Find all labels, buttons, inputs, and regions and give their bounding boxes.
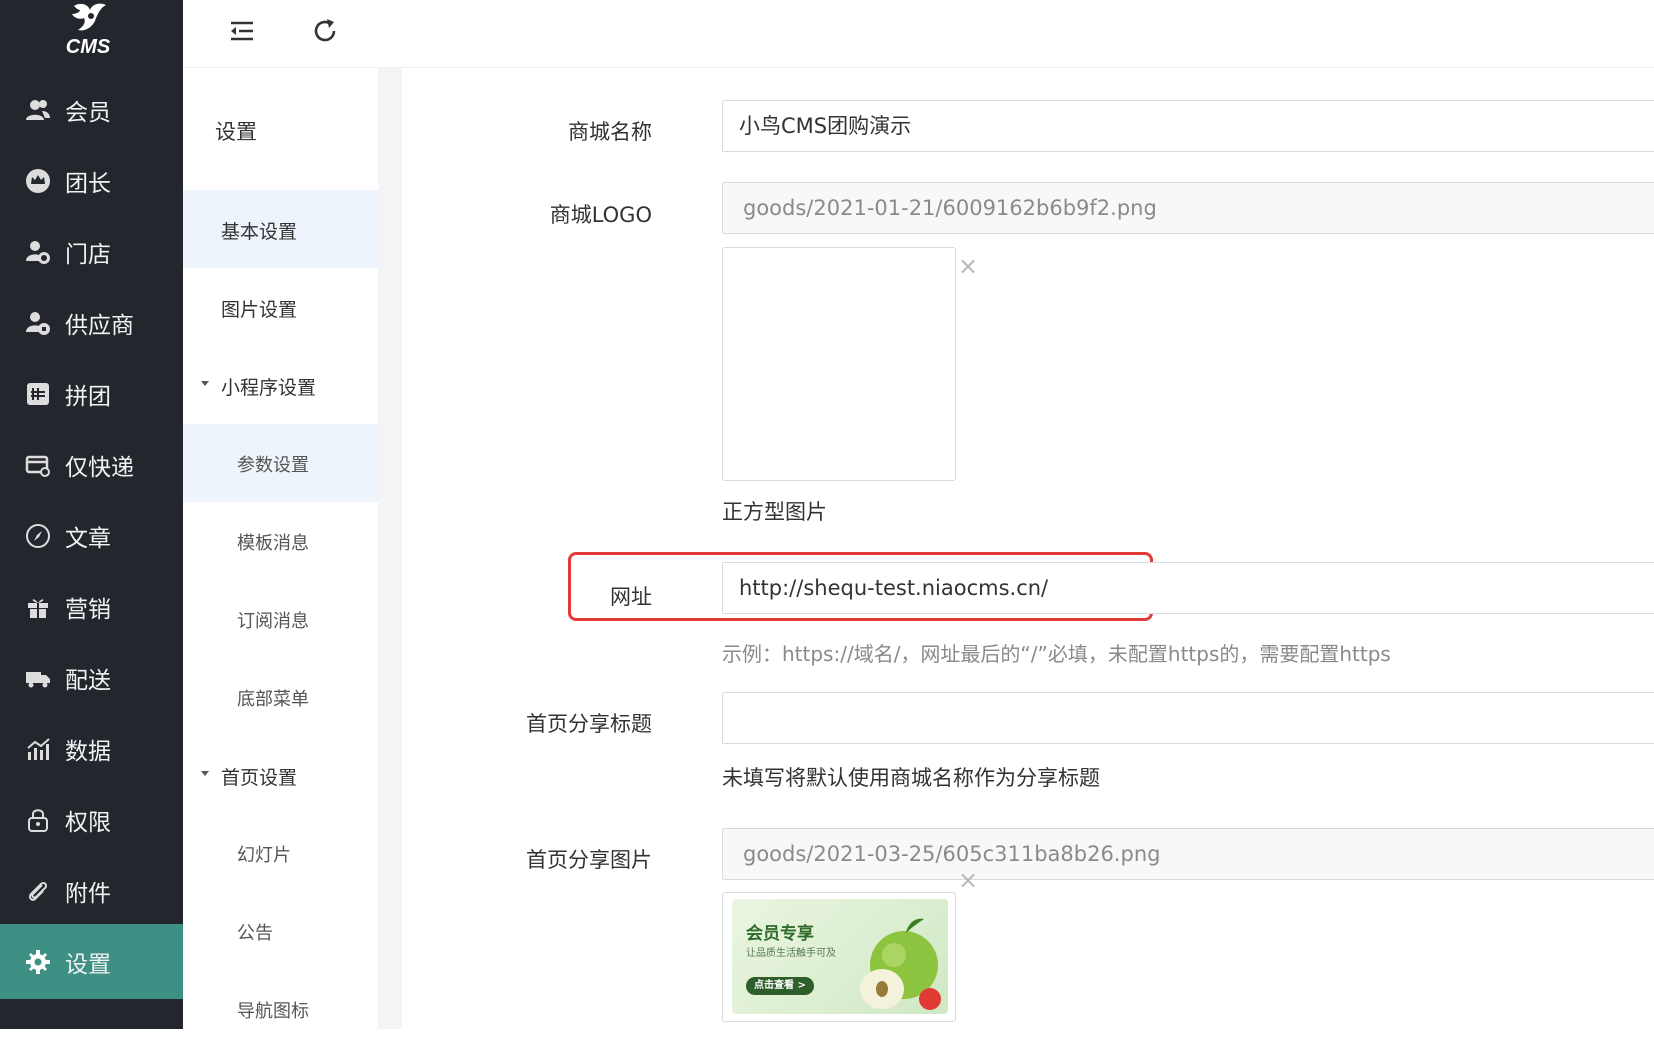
nav-item-articles[interactable]: 文章: [0, 498, 183, 573]
nav-item-label: 营销: [65, 597, 111, 623]
chart-icon: [27, 738, 50, 760]
share-title-label: 首页分享标题: [526, 712, 652, 736]
store-user-icon: [26, 241, 50, 264]
shop-logo-help: 正方型图片: [722, 500, 827, 524]
nav-item-leader[interactable]: 团长: [0, 143, 183, 218]
submenu-item-label: 导航图标: [237, 1001, 309, 1022]
submenu-item-basic[interactable]: 基本设置: [183, 190, 378, 268]
shop-logo-label: 商城LOGO: [549, 203, 652, 227]
delivery-icon: [25, 455, 50, 477]
submenu-item-bottom-menu[interactable]: 底部菜单: [183, 658, 378, 736]
app-logo[interactable]: CMS: [0, 0, 183, 75]
submenu-title: 设置: [215, 120, 257, 144]
nav-item-permissions[interactable]: 权限: [0, 782, 183, 857]
submenu-item-label: 模板消息: [237, 533, 309, 554]
submenu-item-slides[interactable]: 幻灯片: [183, 814, 378, 892]
share-title-help: 未填写将默认使用商城名称作为分享标题: [722, 766, 1100, 790]
nav-item-label: 会员: [65, 100, 111, 126]
remove-logo-icon[interactable]: ×: [958, 252, 978, 280]
settings-submenu: 设置 基本设置 图片设置 小程序设置 参数设置 模板消息 订阅消息 底部菜单 首…: [183, 68, 378, 1029]
nav-item-label: 门店: [65, 242, 111, 268]
truck-icon: [26, 672, 50, 688]
shop-logo-preview[interactable]: [722, 247, 956, 481]
submenu-item-label: 底部菜单: [237, 689, 309, 710]
promo-button: 点击查看 >: [746, 977, 814, 995]
nav-item-label: 供应商: [65, 313, 134, 339]
submenu-item-label: 参数设置: [237, 455, 309, 476]
nav-item-store[interactable]: 门店: [0, 214, 183, 289]
submenu-item-miniprogram[interactable]: 小程序设置: [183, 346, 378, 424]
shop-name-input[interactable]: 小鸟CMS团购演示: [722, 100, 1654, 152]
remove-share-image-icon[interactable]: ×: [958, 866, 978, 894]
share-image-path-input[interactable]: goods/2021-03-25/605c311ba8b26.png: [722, 828, 1654, 880]
nav-item-attachments[interactable]: 附件: [0, 853, 183, 928]
nav-item-label: 拼团: [65, 384, 111, 410]
nav-item-label: 文章: [65, 526, 111, 552]
nav-item-label: 仅快递: [65, 455, 134, 481]
logo-text: CMS: [65, 36, 111, 58]
site-url-label: 网址: [610, 585, 652, 609]
nav-item-express[interactable]: 仅快递: [0, 427, 183, 502]
apple-illustration: [860, 918, 941, 1010]
nav-item-groupbuy[interactable]: 拼团: [0, 356, 183, 431]
share-title-input[interactable]: [722, 692, 1654, 744]
refresh-icon[interactable]: [310, 16, 340, 46]
submenu-item-label: 订阅消息: [237, 611, 309, 632]
promo-image: 会员专享 让品质生活触手可及 点击查看 >: [732, 899, 948, 1014]
submenu-item-label: 小程序设置: [221, 377, 317, 399]
nav-item-distribution[interactable]: 配送: [0, 640, 183, 715]
nav-item-settings[interactable]: 设置: [0, 924, 183, 999]
supplier-icon: [26, 312, 50, 335]
nav-item-label: 配送: [65, 668, 111, 694]
group-buy-icon: [27, 383, 49, 405]
submenu-item-nav-icons[interactable]: 导航图标: [183, 970, 378, 1048]
shop-logo-path-input[interactable]: goods/2021-01-21/6009162b6b9f2.png: [722, 182, 1654, 234]
lock-icon: [28, 809, 48, 832]
submenu-item-label: 幻灯片: [237, 845, 291, 866]
crown-icon: [26, 169, 50, 193]
compass-icon: [26, 524, 50, 548]
users-icon: [26, 100, 50, 120]
menu-collapse-icon[interactable]: [227, 16, 257, 46]
nav-item-label: 数据: [65, 739, 111, 765]
submenu-item-homepage[interactable]: 首页设置: [183, 736, 378, 814]
site-url-help: 示例：https://域名/，网址最后的“/”必填，未配置https的，需要配置…: [722, 642, 1391, 666]
submenu-item-params[interactable]: 参数设置: [183, 424, 378, 502]
share-image-label: 首页分享图片: [526, 848, 652, 872]
nav-item-data[interactable]: 数据: [0, 711, 183, 786]
gear-icon: [26, 950, 50, 974]
settings-form: 商城名称 小鸟CMS团购演示 商城LOGO goods/2021-01-21/6…: [402, 68, 1654, 1029]
share-image-preview[interactable]: 会员专享 让品质生活触手可及 点击查看 >: [722, 892, 956, 1022]
promo-subtitle: 让品质生活触手可及: [746, 948, 836, 959]
nav-item-marketing[interactable]: 营销: [0, 569, 183, 644]
nav-item-members[interactable]: 会员: [0, 72, 183, 147]
nav-item-label: 设置: [65, 952, 111, 978]
panel-divider: [378, 68, 402, 1029]
gift-icon: [28, 599, 48, 618]
submenu-item-template-msg[interactable]: 模板消息: [183, 502, 378, 580]
caret-down-icon: [201, 771, 209, 776]
nav-item-label: 权限: [65, 810, 111, 836]
nav-item-supplier[interactable]: 供应商: [0, 285, 183, 360]
site-url-input[interactable]: http://shequ-test.niaocms.cn/: [722, 562, 1654, 614]
nav-item-label: 附件: [65, 881, 111, 907]
caret-down-icon: [201, 381, 209, 386]
shop-name-label: 商城名称: [568, 120, 652, 144]
submenu-item-notice[interactable]: 公告: [183, 892, 378, 970]
submenu-item-label: 基本设置: [221, 221, 298, 243]
submenu-item-label: 公告: [237, 923, 273, 944]
submenu-item-label: 首页设置: [221, 767, 298, 789]
nav-item-label: 团长: [65, 171, 111, 197]
paperclip-icon: [28, 881, 48, 901]
top-bar: [183, 0, 1654, 68]
submenu-item-images[interactable]: 图片设置: [183, 268, 378, 346]
submenu-item-subscribe-msg[interactable]: 订阅消息: [183, 580, 378, 658]
submenu-item-label: 图片设置: [221, 299, 298, 321]
bird-logo-icon: [72, 3, 106, 31]
main-sidebar: CMS 会员 团长 门店 供应商 拼团 仅快递 文章 营销 配送 数据 权限 附…: [0, 0, 183, 1029]
promo-title: 会员专享: [746, 924, 814, 944]
